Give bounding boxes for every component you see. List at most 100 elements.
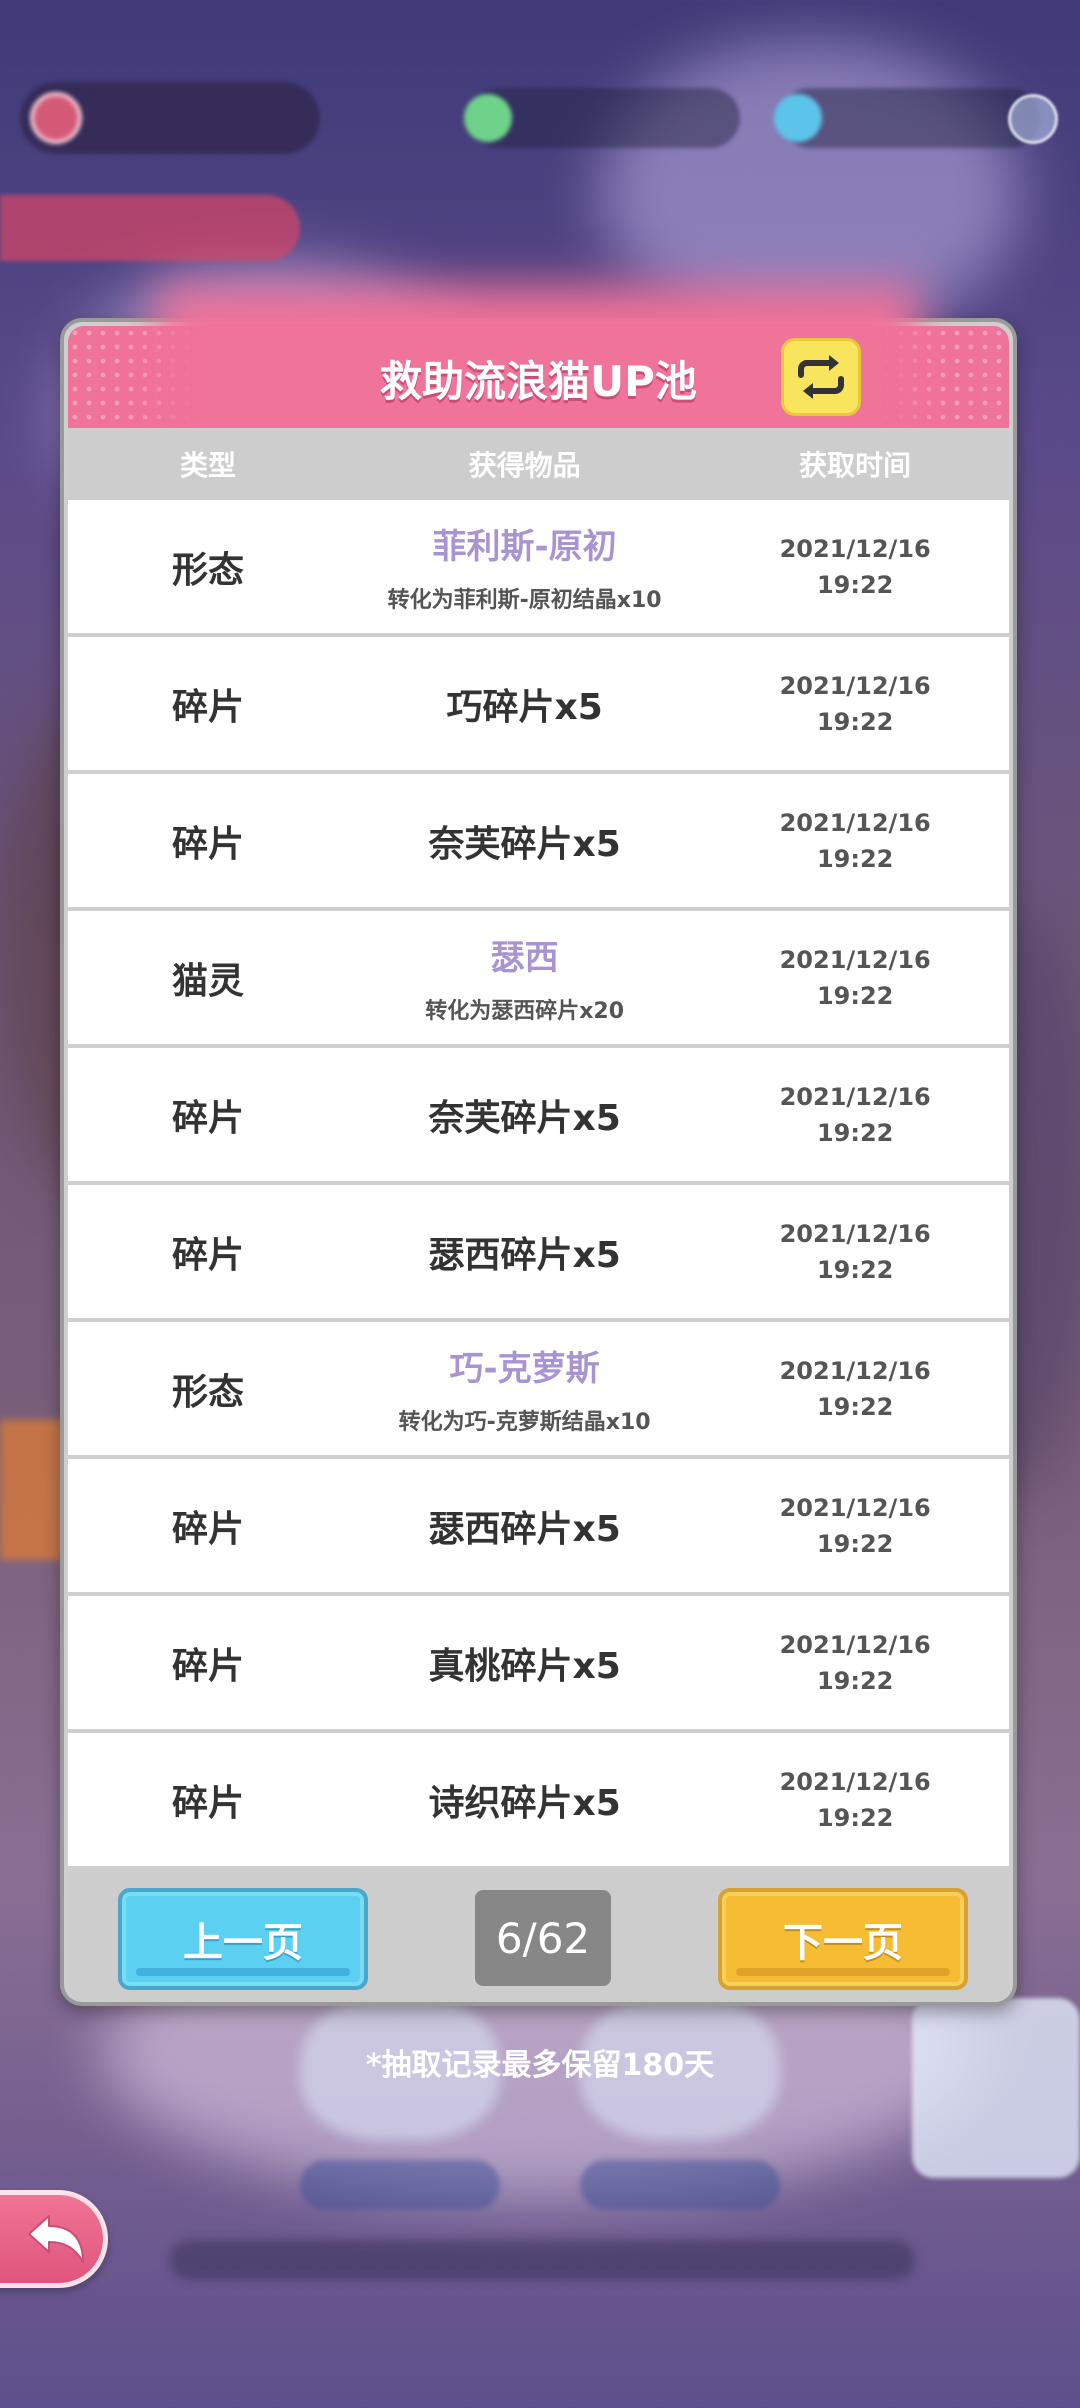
row-type: 猫灵 [171, 960, 244, 1002]
row-item-name: 真桃碎片x5 [428, 1645, 621, 1687]
row-date: 2021/12/16 [779, 808, 931, 837]
background-resource [464, 88, 740, 148]
row-date: 2021/12/16 [779, 534, 931, 563]
background-decor [580, 2160, 780, 2210]
table-row: 碎片 奈芙碎片x5 2021/12/16 19:22 [68, 1048, 1009, 1185]
row-time: 2021/12/16 19:22 [701, 668, 1009, 740]
row-time: 2021/12/16 19:22 [701, 1627, 1009, 1699]
row-item-note: 转化为菲利斯-原初结晶x10 [387, 588, 662, 613]
table-row: 碎片 瑟西碎片x5 2021/12/16 19:22 [68, 1459, 1009, 1596]
row-item: 奈芙碎片x5 [348, 1089, 701, 1141]
background-tab [0, 195, 300, 261]
row-time: 2021/12/16 19:22 [701, 942, 1009, 1014]
draw-record-dialog: 救助流浪猫UP池 类型 获得物品 获取时间 形态 菲利斯-原初 转化为菲利斯-原… [60, 318, 1017, 2006]
column-time: 获取时间 [799, 449, 912, 482]
row-item: 瑟西碎片x5 [348, 1500, 701, 1552]
row-type: 碎片 [171, 1234, 244, 1276]
row-type: 碎片 [171, 1645, 244, 1687]
row-time: 2021/12/16 19:22 [701, 531, 1009, 603]
background-decor [170, 2240, 915, 2280]
row-clock: 19:22 [816, 1803, 894, 1832]
table-row: 碎片 诗织碎片x5 2021/12/16 19:22 [68, 1733, 1009, 1866]
dialog-header: 救助流浪猫UP池 [68, 326, 1009, 428]
table-row: 碎片 瑟西碎片x5 2021/12/16 19:22 [68, 1185, 1009, 1322]
row-type: 碎片 [171, 1782, 244, 1824]
row-time: 2021/12/16 19:22 [701, 805, 1009, 877]
table-row: 碎片 真桃碎片x5 2021/12/16 19:22 [68, 1596, 1009, 1733]
table-row: 碎片 巧碎片x5 2021/12/16 19:22 [68, 637, 1009, 774]
row-clock: 19:22 [816, 1666, 894, 1695]
row-clock: 19:22 [816, 1529, 894, 1558]
page-indicator: 6/62 [475, 1890, 611, 1986]
row-item: 瑟西 转化为瑟西碎片x20 [348, 930, 701, 1025]
row-item-name: 巧-克萝斯 [449, 1349, 600, 1389]
switch-pool-button[interactable] [781, 338, 861, 416]
row-date: 2021/12/16 [779, 1630, 931, 1659]
row-item-name: 奈芙碎片x5 [428, 823, 621, 865]
row-type: 碎片 [171, 1097, 244, 1139]
row-time: 2021/12/16 19:22 [701, 1353, 1009, 1425]
row-type: 碎片 [171, 823, 244, 865]
row-date: 2021/12/16 [779, 1767, 931, 1796]
row-item-note: 转化为巧-克萝斯结晶x10 [398, 1410, 651, 1435]
background-resource [774, 88, 1040, 148]
plus-icon [1008, 94, 1058, 144]
row-item-name: 瑟西碎片x5 [428, 1508, 621, 1550]
row-clock: 19:22 [816, 844, 894, 873]
table-row: 形态 巧-克萝斯 转化为巧-克萝斯结晶x10 2021/12/16 19:22 [68, 1322, 1009, 1459]
row-clock: 19:22 [816, 707, 894, 736]
row-time: 2021/12/16 19:22 [701, 1764, 1009, 1836]
row-clock: 19:22 [816, 570, 894, 599]
table-row: 形态 菲利斯-原初 转化为菲利斯-原初结晶x10 2021/12/16 19:2… [68, 500, 1009, 637]
resource-icon [464, 94, 512, 142]
row-item-note: 转化为瑟西碎片x20 [425, 999, 625, 1024]
row-type: 形态 [171, 1371, 244, 1413]
record-list[interactable]: 形态 菲利斯-原初 转化为菲利斯-原初结晶x10 2021/12/16 19:2… [68, 500, 1009, 1866]
row-item-name: 瑟西 [490, 938, 559, 978]
row-item-name: 诗织碎片x5 [428, 1782, 621, 1824]
row-clock: 19:22 [816, 1255, 894, 1284]
row-item: 巧-克萝斯 转化为巧-克萝斯结晶x10 [348, 1341, 701, 1436]
row-item: 菲利斯-原初 转化为菲利斯-原初结晶x10 [348, 519, 701, 614]
row-date: 2021/12/16 [779, 671, 931, 700]
row-date: 2021/12/16 [779, 945, 931, 974]
row-clock: 19:22 [816, 981, 894, 1010]
back-button[interactable] [0, 2190, 108, 2288]
column-item: 获得物品 [468, 449, 581, 482]
pagination: 上一页 6/62 下一页 [68, 1872, 1009, 2002]
row-time: 2021/12/16 19:22 [701, 1216, 1009, 1288]
row-time: 2021/12/16 19:22 [701, 1490, 1009, 1562]
row-item-name: 菲利斯-原初 [432, 527, 617, 567]
row-item-name: 巧碎片x5 [446, 686, 603, 728]
pool-icon [30, 92, 82, 144]
prev-page-button[interactable]: 上一页 [118, 1888, 368, 1990]
row-item: 瑟西碎片x5 [348, 1226, 701, 1278]
table-row: 碎片 奈芙碎片x5 2021/12/16 19:22 [68, 774, 1009, 911]
row-type: 碎片 [171, 686, 244, 728]
retention-note: *抽取记录最多保留180天 [365, 2048, 715, 2083]
background-pool-pill [20, 82, 320, 154]
table-row: 猫灵 瑟西 转化为瑟西碎片x20 2021/12/16 19:22 [68, 911, 1009, 1048]
table-header: 类型 获得物品 获取时间 [68, 428, 1009, 500]
background-blur [600, 40, 1020, 340]
row-item: 真桃碎片x5 [348, 1637, 701, 1689]
row-item-name: 奈芙碎片x5 [428, 1097, 621, 1139]
gem-icon [774, 94, 822, 142]
back-arrow-icon [28, 2215, 84, 2263]
background-decor [300, 2160, 500, 2210]
background-card [912, 1998, 1080, 2178]
row-item: 巧碎片x5 [348, 678, 701, 730]
row-date: 2021/12/16 [779, 1356, 931, 1385]
row-item: 奈芙碎片x5 [348, 815, 701, 867]
next-page-button[interactable]: 下一页 [718, 1888, 968, 1990]
column-type: 类型 [179, 449, 236, 482]
swap-arrows-icon [798, 355, 844, 399]
dialog-title: 救助流浪猫UP池 [380, 357, 697, 406]
row-item-name: 瑟西碎片x5 [428, 1234, 621, 1276]
row-date: 2021/12/16 [779, 1082, 931, 1111]
row-item: 诗织碎片x5 [348, 1774, 701, 1826]
row-clock: 19:22 [816, 1118, 894, 1147]
row-date: 2021/12/16 [779, 1493, 931, 1522]
row-clock: 19:22 [816, 1392, 894, 1421]
row-time: 2021/12/16 19:22 [701, 1079, 1009, 1151]
